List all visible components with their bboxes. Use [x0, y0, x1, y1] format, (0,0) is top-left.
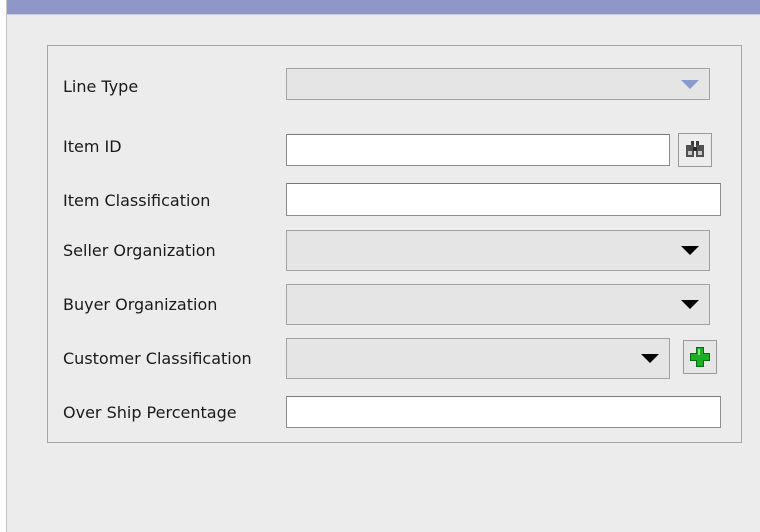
title-bar	[7, 0, 760, 14]
item-classification-row: Item Classification	[48, 182, 741, 222]
line-type-select	[286, 68, 710, 100]
chevron-down-icon	[641, 354, 659, 363]
over-ship-percentage-label: Over Ship Percentage	[63, 403, 237, 422]
chevron-down-icon	[681, 80, 699, 89]
over-ship-percentage-field[interactable]	[286, 396, 721, 428]
over-ship-percentage-row: Over Ship Percentage	[48, 394, 741, 430]
item-id-label: Item ID	[63, 137, 122, 156]
title-bar-divider	[7, 14, 760, 15]
seller-organization-label: Seller Organization	[63, 241, 216, 260]
seller-organization-row: Seller Organization	[48, 229, 741, 273]
seller-organization-select[interactable]	[286, 230, 710, 271]
customer-classification-label: Customer Classification	[63, 349, 252, 368]
buyer-organization-label: Buyer Organization	[63, 295, 218, 314]
buyer-organization-select[interactable]	[286, 284, 710, 325]
window-frame: Line Type Item ID Item Classification Se…	[6, 0, 760, 532]
line-type-label: Line Type	[63, 77, 139, 96]
item-classification-field[interactable]	[286, 183, 721, 216]
line-details-panel: Line Type Item ID Item Classification Se…	[47, 45, 742, 443]
binoculars-icon	[686, 141, 704, 157]
item-classification-label: Item Classification	[63, 191, 211, 210]
chevron-down-icon	[681, 300, 699, 309]
chevron-down-icon	[681, 246, 699, 255]
customer-classification-row: Customer Classification	[48, 337, 741, 381]
add-customer-classification-button[interactable]	[683, 340, 717, 374]
customer-classification-select[interactable]	[286, 338, 670, 379]
item-id-field[interactable]	[286, 134, 670, 166]
line-type-row: Line Type	[48, 68, 741, 108]
item-lookup-button[interactable]	[678, 133, 712, 167]
plus-icon	[690, 347, 710, 367]
buyer-organization-row: Buyer Organization	[48, 283, 741, 327]
item-id-row: Item ID	[48, 133, 741, 173]
